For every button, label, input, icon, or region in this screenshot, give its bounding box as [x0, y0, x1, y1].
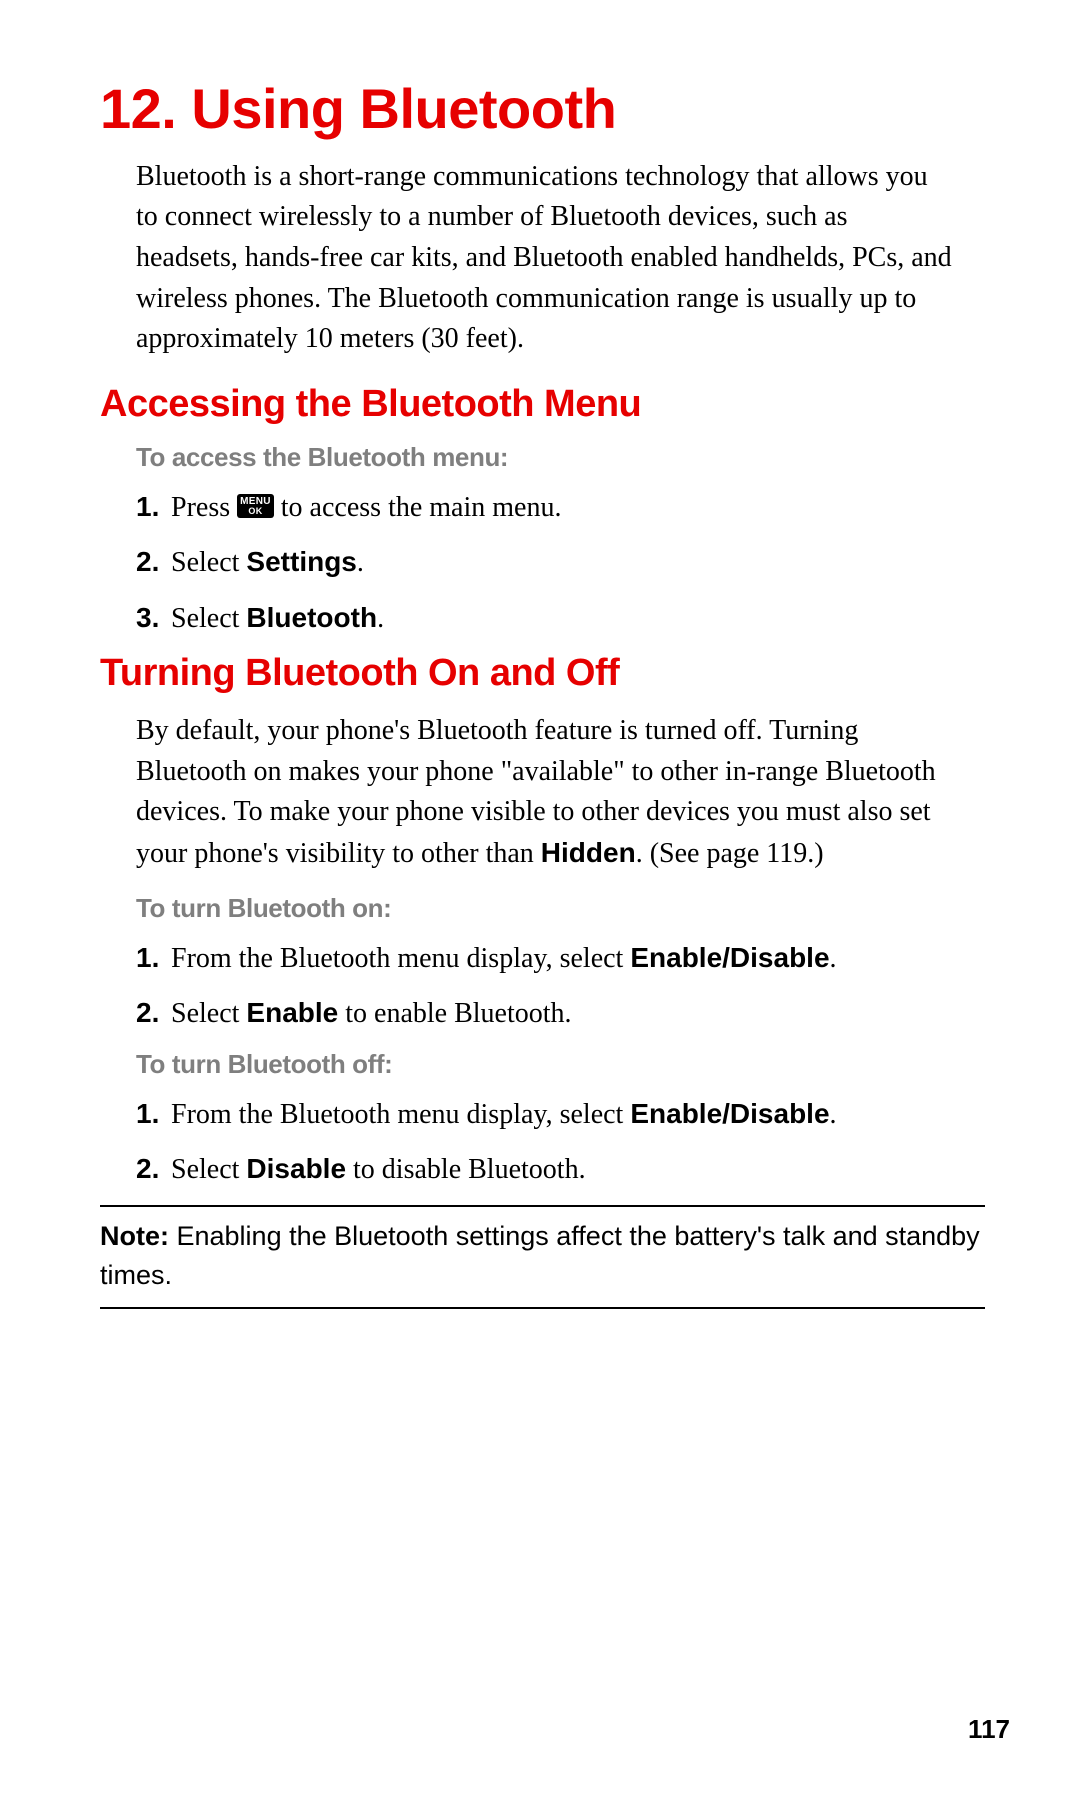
step-text: .: [357, 547, 364, 578]
menu-item-enable-disable: Enable/Disable: [630, 942, 829, 973]
note-box: Note: Enabling the Bluetooth settings af…: [100, 1205, 985, 1309]
step-text: Select: [171, 603, 246, 634]
menu-item-enable: Enable: [246, 997, 338, 1028]
step-number: 2.: [136, 542, 164, 583]
off-step-1: 1. From the Bluetooth menu display, sele…: [136, 1094, 985, 1136]
step-text: .: [377, 603, 384, 634]
access-step-3: 3. Select Bluetooth.: [136, 598, 985, 640]
access-step-2: 2. Select Settings.: [136, 542, 985, 584]
paragraph-text: . (See page 119.): [636, 838, 824, 869]
chapter-title: 12. Using Bluetooth: [100, 80, 985, 139]
note-text: Enabling the Bluetooth settings affect t…: [100, 1221, 980, 1290]
menu-item-settings: Settings: [246, 546, 356, 577]
subhead-access: To access the Bluetooth menu:: [136, 442, 985, 473]
step-number: 3.: [136, 598, 164, 639]
off-step-2: 2. Select Disable to disable Bluetooth.: [136, 1149, 985, 1191]
access-step-1: 1. Press MENUOK to access the main menu.: [136, 487, 985, 529]
chapter-intro: Bluetooth is a short-range communication…: [136, 157, 956, 360]
step-text: Select: [171, 547, 246, 578]
subhead-turn-off: To turn Bluetooth off:: [136, 1049, 985, 1080]
step-number: 1.: [136, 938, 164, 979]
menu-item-bluetooth: Bluetooth: [246, 602, 377, 633]
menu-ok-key-icon: MENUOK: [237, 494, 274, 518]
step-text: Select: [171, 998, 246, 1029]
step-number: 2.: [136, 1149, 164, 1190]
menu-item-enable-disable: Enable/Disable: [630, 1098, 829, 1129]
note-label: Note:: [100, 1221, 169, 1251]
on-step-2: 2. Select Enable to enable Bluetooth.: [136, 993, 985, 1035]
subhead-turn-on: To turn Bluetooth on:: [136, 893, 985, 924]
step-number: 1.: [136, 487, 164, 528]
on-step-1: 1. From the Bluetooth menu display, sele…: [136, 938, 985, 980]
page-content: 12. Using Bluetooth Bluetooth is a short…: [100, 80, 985, 1309]
step-text: .: [830, 1099, 837, 1130]
step-text: From the Bluetooth menu display, select: [171, 943, 630, 974]
step-text: From the Bluetooth menu display, select: [171, 1099, 630, 1130]
step-number: 1.: [136, 1094, 164, 1135]
step-text: to enable Bluetooth.: [338, 998, 571, 1029]
page-number: 117: [968, 1714, 1010, 1745]
step-text: Press: [171, 492, 237, 523]
menu-item-disable: Disable: [246, 1153, 346, 1184]
term-hidden: Hidden: [541, 837, 636, 868]
section-title-onoff: Turning Bluetooth On and Off: [100, 653, 985, 695]
step-number: 2.: [136, 993, 164, 1034]
step-text: to access the main menu.: [274, 492, 562, 523]
step-text: Select: [171, 1154, 246, 1185]
section-title-accessing: Accessing the Bluetooth Menu: [100, 384, 985, 426]
onoff-intro-paragraph: By default, your phone's Bluetooth featu…: [136, 711, 956, 874]
step-text: to disable Bluetooth.: [346, 1154, 586, 1185]
step-text: .: [830, 943, 837, 974]
